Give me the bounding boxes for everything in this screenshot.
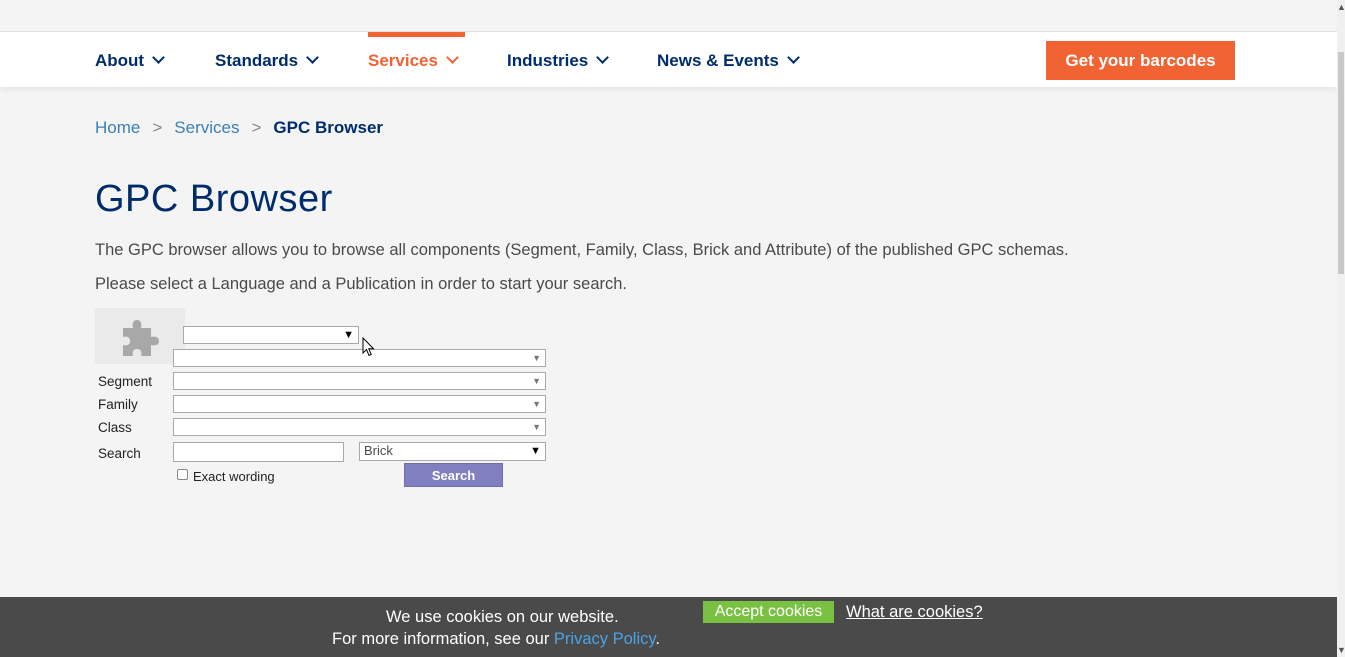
nav-item-news-events[interactable]: News & Events [657, 32, 800, 87]
dropdown-arrow-icon: ▼ [343, 329, 354, 341]
chevron-down-icon [306, 51, 320, 64]
nav-item-label: Standards [215, 51, 299, 70]
intro-paragraph: The GPC browser allows you to browse all… [95, 241, 1069, 259]
cookie-message: We use cookies on our website. [386, 608, 619, 626]
search-type-select[interactable]: Brick ▼ [359, 442, 546, 461]
what-are-cookies-link[interactable]: What are cookies? [846, 603, 983, 622]
cookie-info: For more information, see our Privacy Po… [332, 630, 660, 649]
chevron-down-icon [787, 51, 800, 64]
intro-instruction: Please select a Language and a Publicati… [95, 275, 627, 293]
get-barcodes-button[interactable]: Get your barcodes [1046, 41, 1235, 80]
search-button[interactable]: Search [404, 463, 503, 487]
language-select[interactable]: ▼ [183, 326, 359, 344]
breadcrumb-home-link[interactable]: Home [95, 118, 140, 137]
chevron-down-icon [596, 51, 610, 64]
dropdown-arrow-icon: ▼ [532, 399, 541, 409]
class-select[interactable]: ▼ [173, 418, 546, 436]
nav-item-services[interactable]: Services [368, 32, 465, 87]
search-label: Search [98, 446, 141, 461]
page-title: GPC Browser [95, 178, 333, 220]
family-label: Family [98, 397, 138, 412]
missing-plugin-placeholder [95, 308, 185, 364]
search-input[interactable] [173, 442, 344, 462]
nav-item-about[interactable]: About [95, 32, 165, 87]
breadcrumb-separator: > [152, 118, 163, 137]
breadcrumb: Home > Services > GPC Browser [95, 118, 383, 138]
scroll-down-arrow-icon[interactable]: ▼ [1337, 645, 1345, 655]
nav-item-label: News & Events [657, 51, 779, 70]
cookie-banner: We use cookies on our website. For more … [0, 597, 1337, 657]
exact-wording-label: Exact wording [193, 469, 275, 484]
segment-label: Segment [98, 374, 153, 389]
class-label: Class [98, 420, 132, 435]
top-utility-strip [0, 0, 1337, 32]
nav-item-label: Services [368, 51, 438, 70]
nav-item-standards[interactable]: Standards [215, 32, 320, 87]
dropdown-arrow-icon: ▼ [532, 422, 541, 432]
cookie-info-suffix: . [655, 630, 660, 648]
family-select[interactable]: ▼ [173, 395, 546, 413]
chevron-down-icon [152, 51, 165, 64]
chevron-down-icon [446, 51, 459, 64]
privacy-policy-link[interactable]: Privacy Policy [554, 630, 655, 648]
nav-item-label: Industries [507, 51, 589, 70]
breadcrumb-current: GPC Browser [273, 118, 384, 137]
breadcrumb-services-link[interactable]: Services [174, 118, 239, 137]
segment-select[interactable]: ▼ [173, 372, 546, 390]
dropdown-arrow-icon: ▼ [532, 353, 541, 363]
publication-select[interactable]: ▼ [173, 349, 546, 367]
dropdown-arrow-icon: ▼ [530, 445, 541, 457]
page-scrollbar[interactable]: ▲ ▼ [1337, 0, 1345, 657]
mouse-pointer-icon [362, 337, 375, 357]
puzzle-piece-icon [123, 320, 159, 356]
accept-cookies-button[interactable]: Accept cookies [703, 601, 834, 623]
scroll-up-arrow-icon[interactable]: ▲ [1337, 2, 1345, 12]
cookie-info-text: For more information, see our [332, 630, 554, 648]
nav-item-label: About [95, 51, 145, 70]
search-type-value: Brick [364, 443, 393, 458]
breadcrumb-separator: > [251, 118, 262, 137]
exact-wording-checkbox[interactable] [177, 469, 188, 480]
nav-item-industries[interactable]: Industries [507, 32, 610, 87]
scrollbar-thumb[interactable] [1338, 52, 1344, 274]
dropdown-arrow-icon: ▼ [532, 376, 541, 386]
